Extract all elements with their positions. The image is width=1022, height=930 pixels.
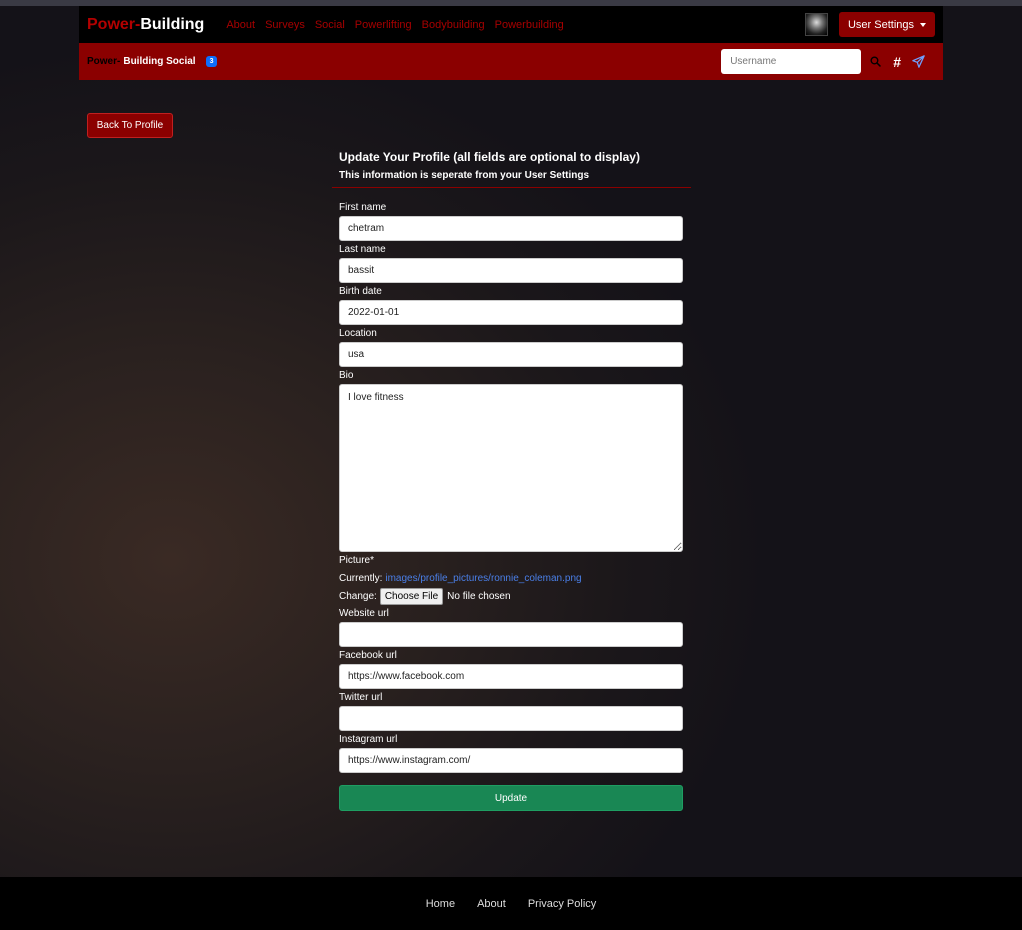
form-subtitle: This information is seperate from your U… xyxy=(339,170,590,181)
user-settings-label: User Settings xyxy=(847,18,914,31)
site-footer: Home About Privacy Policy xyxy=(0,877,1022,930)
form-fields: First name Last name Birth date Location… xyxy=(339,188,683,811)
change-picture-line: Change: Choose File No file chosen xyxy=(339,587,683,606)
first-name-field[interactable] xyxy=(339,216,683,241)
nav-link-social[interactable]: Social xyxy=(315,19,345,31)
last-name-field[interactable] xyxy=(339,258,683,283)
location-label: Location xyxy=(339,328,377,339)
last-name-label: Last name xyxy=(339,244,386,255)
subbar-right: # xyxy=(721,49,925,74)
username-search-input[interactable] xyxy=(721,49,862,74)
birth-date-field[interactable] xyxy=(339,300,683,325)
choose-file-button[interactable]: Choose File xyxy=(379,588,444,605)
birth-date-label: Birth date xyxy=(339,286,382,297)
user-settings-button[interactable]: User Settings xyxy=(838,12,935,37)
nav-link-powerbuilding[interactable]: Powerbuilding xyxy=(495,19,564,31)
social-subbar: Power- Building Social 3 # xyxy=(79,43,943,80)
bio-textarea[interactable]: I love fitness xyxy=(339,384,683,552)
avatar[interactable] xyxy=(804,13,828,36)
nav-link-surveys[interactable]: Surveys xyxy=(265,19,305,31)
brand-logo[interactable]: Power-Building xyxy=(87,16,204,34)
social-brand-part-1: Power- xyxy=(87,56,121,67)
nav-link-bodybuilding[interactable]: Bodybuilding xyxy=(422,19,485,31)
change-label: Change: xyxy=(339,591,377,602)
twitter-url-field[interactable] xyxy=(339,706,683,731)
facebook-url-field[interactable] xyxy=(339,664,683,689)
form-title: Update Your Profile (all fields are opti… xyxy=(339,150,640,164)
back-to-profile-button[interactable]: Back To Profile xyxy=(87,113,173,138)
nav-right: User Settings xyxy=(804,12,943,37)
update-profile-form: Update Your Profile (all fields are opti… xyxy=(332,150,691,811)
footer-link-privacy-policy[interactable]: Privacy Policy xyxy=(528,898,596,910)
social-brand-part-2: Building Social xyxy=(123,56,196,67)
no-file-text: No file chosen xyxy=(447,591,511,602)
nav-links: About Surveys Social Powerlifting Bodybu… xyxy=(226,19,573,31)
hashtag-icon[interactable]: # xyxy=(893,54,901,70)
chevron-down-icon xyxy=(920,22,926,27)
bio-label: Bio xyxy=(339,370,354,381)
currently-label: Currently: xyxy=(339,573,383,584)
first-name-label: First name xyxy=(339,202,387,213)
current-picture-line: Currently: images/profile_pictures/ronni… xyxy=(339,570,683,587)
nav-link-about[interactable]: About xyxy=(226,19,255,31)
notification-badge[interactable]: 3 xyxy=(205,56,218,67)
instagram-url-label: Instagram url xyxy=(339,734,398,745)
send-icon[interactable] xyxy=(912,55,925,68)
search-icon[interactable] xyxy=(870,56,881,67)
location-field[interactable] xyxy=(339,342,683,367)
main-navbar: Power-Building About Surveys Social Powe… xyxy=(79,6,943,43)
update-button[interactable]: Update xyxy=(339,785,683,811)
twitter-url-label: Twitter url xyxy=(339,692,383,703)
footer-link-home[interactable]: Home xyxy=(426,898,455,910)
facebook-url-label: Facebook url xyxy=(339,650,397,661)
footer-link-about[interactable]: About xyxy=(477,898,506,910)
website-url-field[interactable] xyxy=(339,622,683,647)
brand-part-2: Building xyxy=(140,15,205,33)
instagram-url-field[interactable] xyxy=(339,748,683,773)
brand-part-1: Power- xyxy=(87,15,141,33)
website-url-label: Website url xyxy=(339,608,389,619)
picture-label: Picture* xyxy=(339,555,375,566)
social-brand[interactable]: Power- Building Social 3 xyxy=(87,56,218,67)
current-picture-link[interactable]: images/profile_pictures/ronnie_coleman.p… xyxy=(385,571,581,586)
nav-link-powerlifting[interactable]: Powerlifting xyxy=(355,19,412,31)
